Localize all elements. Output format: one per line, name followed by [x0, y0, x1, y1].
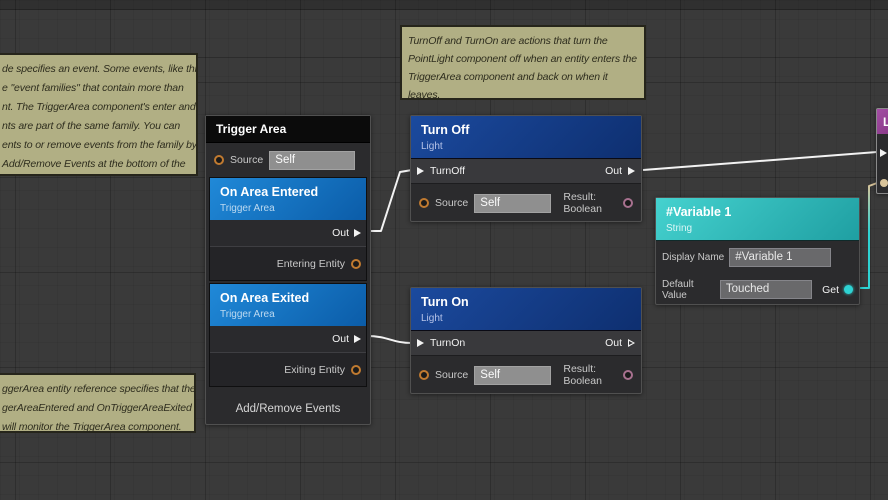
display-name-row: Display Name #Variable 1 [656, 241, 859, 273]
exec-in-pin[interactable] [880, 149, 887, 157]
event-subtitle: Trigger Area [220, 309, 275, 320]
node-subtitle: Light [421, 313, 443, 324]
event-title: On Area Entered [220, 185, 319, 199]
source-entity-pin[interactable] [214, 155, 224, 165]
turn-on-header[interactable]: Turn On Light [411, 288, 641, 331]
entering-entity-label: Entering Entity [276, 257, 345, 270]
turnoff-exec-in-pin[interactable] [417, 167, 424, 175]
comment-line: ents to or remove events from the family… [2, 139, 197, 151]
default-value-label: Default Value [662, 278, 694, 301]
source-entity-pin[interactable] [419, 370, 429, 380]
entering-entity-pin[interactable] [351, 258, 361, 269]
out-label: Out [605, 165, 622, 177]
trigger-area-source-row: Source Self [206, 143, 370, 177]
event-subtitle: Trigger Area [220, 203, 275, 214]
turn-off-header[interactable]: Turn Off Light [411, 116, 641, 159]
comment-line: will monitor the TriggerArea component. [2, 421, 182, 433]
node-title: #Variable 1 [666, 205, 732, 219]
out-exec-pin[interactable] [354, 335, 361, 343]
comment-line: Add/Remove Events at the bottom of the [2, 158, 186, 170]
comment-line: TriggerArea component and back on when i… [408, 71, 608, 83]
exec-in-label: TurnOn [430, 337, 466, 349]
display-name-input[interactable]: #Variable 1 [729, 247, 832, 267]
node-subtitle: Light [421, 141, 443, 152]
exec-row: TurnOff Out [411, 159, 641, 184]
comment-line: nt. The TriggerArea component's enter an… [2, 101, 196, 113]
event-node-on-area-entered[interactable]: On Area Entered Trigger Area Out Enterin… [209, 177, 367, 281]
source-label: Source [435, 197, 469, 209]
result-boolean-label: Result: Boolean [563, 191, 602, 215]
display-name-label: Display Name [662, 251, 725, 263]
add-remove-events-button[interactable]: Add/Remove Events [206, 389, 370, 429]
trigger-area-title-bar[interactable]: Trigger Area [206, 116, 370, 143]
node-title: Turn On [421, 295, 469, 309]
get-label: Get [822, 283, 839, 296]
default-value-input[interactable]: Touched [719, 280, 813, 299]
node-title: L [883, 114, 888, 129]
comment-turnoff-turnon[interactable]: TurnOff and TurnOn are actions that turn… [400, 25, 646, 100]
source-input[interactable]: Self [474, 193, 552, 213]
source-label: Source [435, 369, 469, 381]
out-label: Out [332, 333, 349, 345]
comment-line: nts are part of the same family. You can [2, 120, 181, 132]
comment-line: leaves. [408, 89, 441, 100]
exec-in-label: TurnOff [430, 165, 466, 177]
wire-turnoff-out-to-log[interactable] [642, 151, 878, 171]
node-graph-canvas[interactable]: de specifies an event. Some events, like… [0, 0, 888, 500]
entity-row: Entering Entity [210, 247, 366, 280]
event-title: On Area Exited [220, 291, 310, 305]
source-result-row: Source Self Result: Boolean [411, 356, 641, 394]
out-row: Out [210, 326, 366, 353]
reference-in-pin[interactable] [880, 179, 888, 187]
comment-line: ggerArea entity reference specifies that… [2, 383, 196, 395]
result-boolean-pin[interactable] [623, 198, 633, 208]
result-boolean-label: Result: Boolean [563, 363, 602, 387]
source-result-row: Source Self Result: Boolean [411, 184, 641, 222]
node-title: Turn Off [421, 123, 470, 137]
out-label: Out [605, 337, 622, 349]
node-variable-1[interactable]: #Variable 1 String Display Name #Variabl… [655, 197, 860, 305]
comment-line: de specifies an event. Some events, like… [2, 63, 198, 75]
node-trigger-area[interactable]: Trigger Area Source Self On Area Entered… [205, 115, 371, 425]
clipped-node-header[interactable]: L [877, 109, 888, 134]
comment-event-families[interactable]: de specifies an event. Some events, like… [0, 53, 198, 176]
variable-header[interactable]: #Variable 1 String [656, 198, 859, 241]
out-label: Out [332, 227, 349, 239]
source-input[interactable]: Self [474, 365, 552, 385]
wire-exited-to-turnon[interactable] [366, 335, 413, 344]
wire-entered-to-turnoff[interactable] [367, 169, 413, 232]
default-value-row: Default Value Touched Get [656, 273, 859, 306]
node-title: Trigger Area [216, 122, 287, 136]
comment-trigger-reference[interactable]: ggerArea entity reference specifies that… [0, 373, 196, 433]
comment-line: gerAreaEntered and OnTriggerAreaExited [2, 402, 192, 414]
on-area-entered-header[interactable]: On Area Entered Trigger Area [210, 178, 366, 220]
out-row: Out [210, 220, 366, 247]
source-entity-pin[interactable] [419, 198, 429, 208]
out-exec-pin[interactable] [354, 229, 361, 237]
node-turn-on[interactable]: Turn On Light TurnOn Out Source Self Res… [410, 287, 642, 394]
node-subtitle: String [666, 223, 693, 234]
turnon-exec-in-pin[interactable] [417, 339, 424, 347]
exec-row: TurnOn Out [411, 331, 641, 356]
out-exec-pin-unconnected[interactable] [628, 339, 635, 347]
out-exec-pin[interactable] [628, 167, 635, 175]
comment-line: TurnOff and TurnOn are actions that turn… [408, 35, 608, 47]
comment-line: e "event families" that contain more tha… [2, 82, 184, 94]
event-node-on-area-exited[interactable]: On Area Exited Trigger Area Out Exiting … [209, 283, 367, 387]
node-turn-off[interactable]: Turn Off Light TurnOff Out Source Self R… [410, 115, 642, 222]
exiting-entity-pin[interactable] [351, 364, 361, 375]
source-label: Source [230, 154, 264, 166]
entity-row: Exiting Entity [210, 353, 366, 386]
on-area-exited-header[interactable]: On Area Exited Trigger Area [210, 284, 366, 326]
get-string-pin[interactable] [844, 285, 853, 294]
node-clipped-right[interactable]: L [876, 108, 888, 194]
comment-line: PointLight component off when an entity … [408, 53, 637, 65]
result-boolean-pin[interactable] [623, 370, 633, 380]
exiting-entity-label: Exiting Entity [284, 363, 345, 376]
source-input[interactable]: Self [269, 150, 356, 170]
